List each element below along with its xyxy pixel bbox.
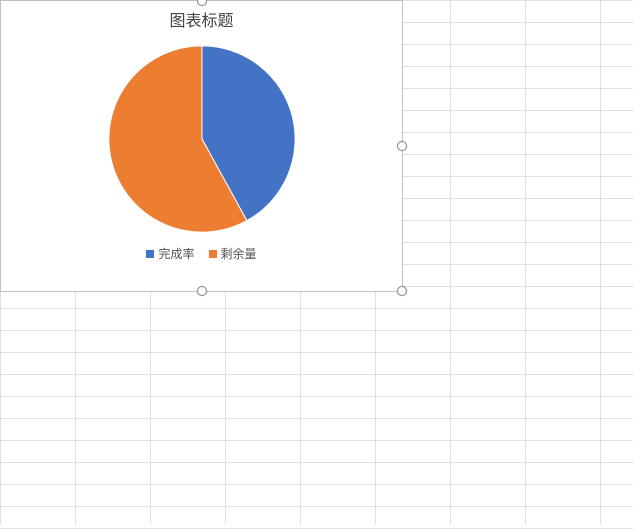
resize-handle-right[interactable] [397, 141, 407, 151]
chart-object[interactable]: 图表标题 完成率 剩余量 [0, 0, 403, 292]
resize-handle-bottom-right[interactable] [397, 286, 407, 296]
pie-chart [1, 41, 402, 237]
legend-item: 完成率 [146, 245, 194, 262]
legend-swatch-2 [209, 250, 217, 258]
chart-legend: 完成率 剩余量 [1, 245, 402, 262]
resize-handle-bottom[interactable] [197, 286, 207, 296]
legend-swatch-1 [146, 250, 154, 258]
legend-item: 剩余量 [209, 245, 257, 262]
legend-label: 完成率 [158, 245, 194, 262]
legend-label: 剩余量 [221, 245, 257, 262]
